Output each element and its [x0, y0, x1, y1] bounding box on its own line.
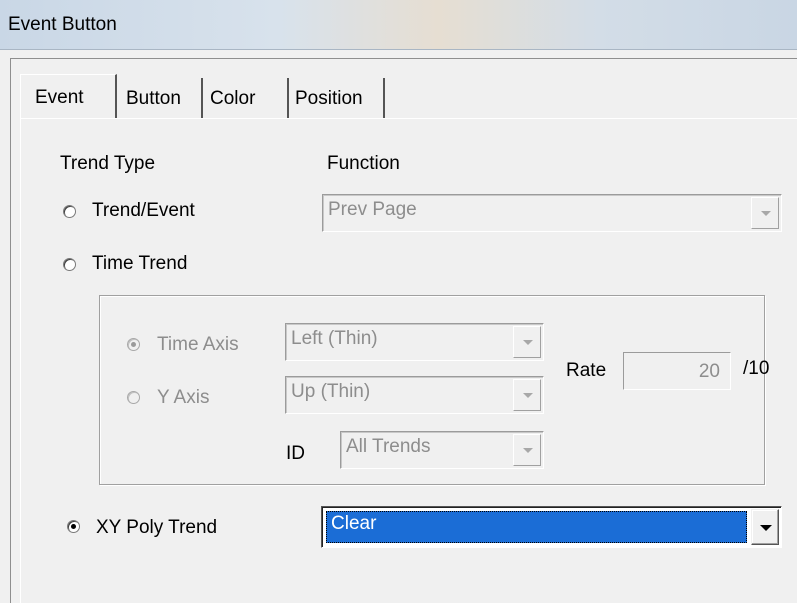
tab-color[interactable]: Color	[205, 78, 285, 118]
y-axis-label[interactable]: Y Axis	[157, 387, 209, 409]
tab-button[interactable]: Button	[121, 78, 203, 118]
y-axis-select[interactable]: Up (Thin)	[285, 376, 544, 414]
tab-event-label: Event	[35, 87, 84, 108]
chevron-down-icon[interactable]	[513, 326, 541, 358]
time-trend-radio[interactable]	[63, 258, 76, 271]
id-label: ID	[286, 443, 305, 464]
window-title: Event Button	[8, 14, 117, 35]
tab-position-label: Position	[295, 88, 363, 109]
time-axis-radio[interactable]	[127, 338, 140, 351]
trend-type-label: Trend Type	[60, 153, 156, 174]
chevron-down-icon[interactable]	[513, 379, 541, 411]
xy-poly-trend-radio[interactable]	[67, 520, 80, 533]
rate-input[interactable]: 20	[623, 352, 731, 390]
time-axis-select[interactable]: Left (Thin)	[285, 323, 544, 361]
y-axis-select-value: Up (Thin)	[291, 381, 371, 402]
chevron-down-icon[interactable]	[513, 434, 541, 466]
chevron-down-icon[interactable]	[751, 197, 779, 229]
xy-poly-trend-select[interactable]: Clear	[321, 506, 782, 548]
function-select-value: Prev Page	[328, 199, 417, 220]
trend-event-label[interactable]: Trend/Event	[92, 200, 195, 222]
tab-event[interactable]: Event	[20, 74, 117, 118]
time-axis-select-value: Left (Thin)	[291, 328, 378, 349]
y-axis-radio[interactable]	[127, 391, 140, 404]
function-label: Function	[327, 153, 400, 174]
tab-button-label: Button	[126, 88, 181, 109]
id-select-value: All Trends	[346, 436, 431, 457]
title-bar: Event Button	[0, 0, 797, 50]
trend-event-radio[interactable]	[63, 205, 76, 218]
rate-input-value: 20	[698, 361, 720, 382]
rate-suffix: /10	[743, 358, 770, 379]
selection-highlight	[326, 511, 747, 543]
time-axis-label[interactable]: Time Axis	[157, 334, 239, 356]
tab-color-label: Color	[210, 88, 256, 109]
rate-label: Rate	[566, 360, 607, 381]
xy-poly-trend-select-value: Clear	[331, 513, 377, 534]
tab-position[interactable]: Position	[287, 78, 385, 118]
xy-poly-trend-label[interactable]: XY Poly Trend	[96, 517, 217, 539]
function-select[interactable]: Prev Page	[322, 194, 782, 232]
id-select[interactable]: All Trends	[340, 431, 544, 469]
chevron-down-icon[interactable]	[751, 509, 779, 545]
time-trend-label[interactable]: Time Trend	[92, 253, 187, 275]
